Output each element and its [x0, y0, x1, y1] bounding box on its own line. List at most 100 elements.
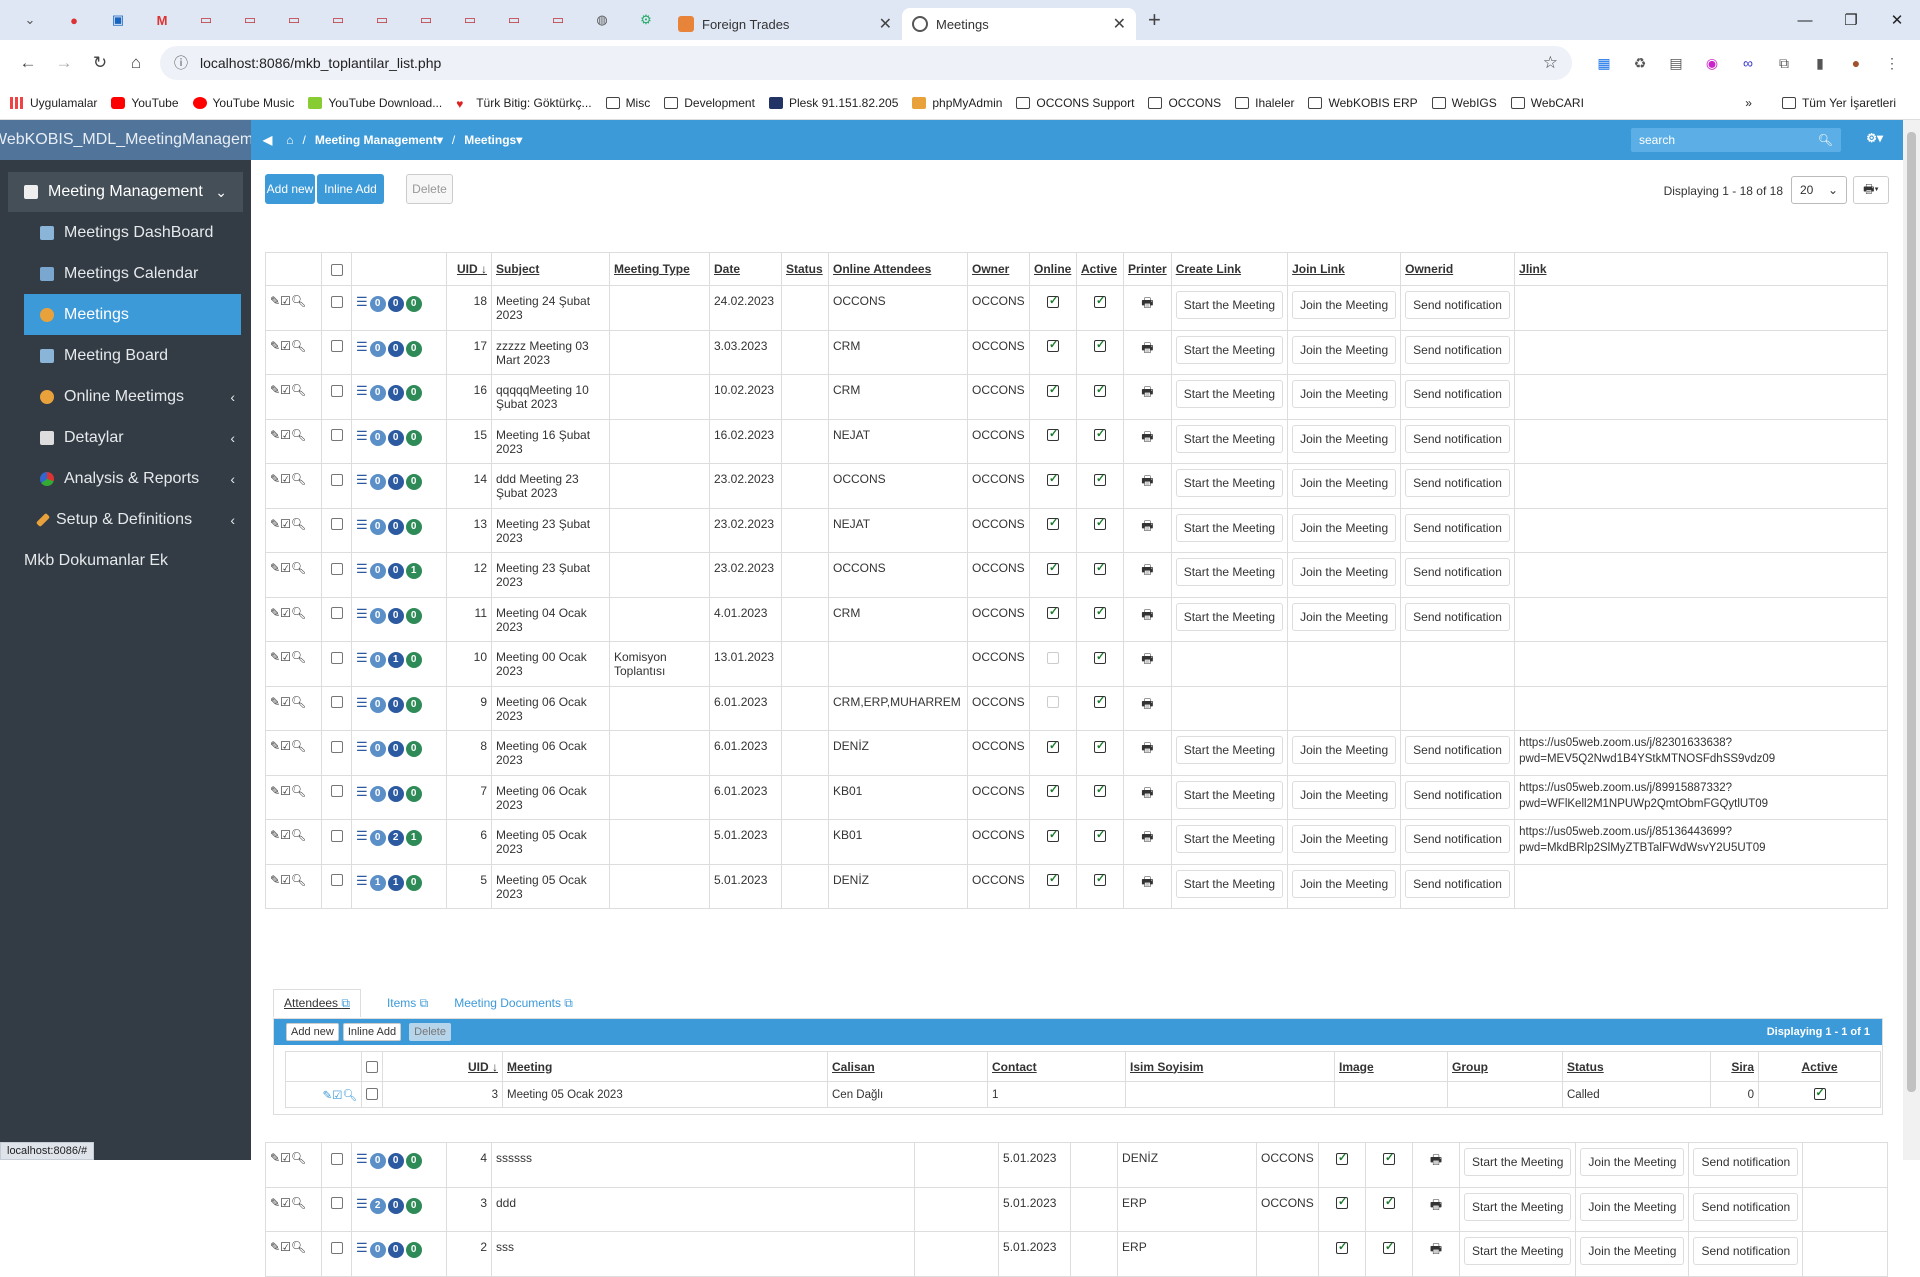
view-icon[interactable]: 🔍︎ — [291, 383, 306, 397]
join-meeting-button[interactable]: Join the Meeting — [1580, 1237, 1685, 1265]
edit-icon[interactable]: ✎ — [270, 428, 280, 442]
scrollbar-thumb[interactable] — [1907, 132, 1916, 1092]
checkbox[interactable] — [1094, 561, 1106, 575]
join-meeting-button[interactable]: Join the Meeting — [1292, 825, 1397, 853]
checkbox[interactable] — [1047, 605, 1059, 620]
home-icon[interactable]: ⌂ — [286, 133, 293, 147]
sidebar-item-calendar[interactable]: Meetings Calendar — [0, 253, 251, 294]
list-icon[interactable]: ☰ — [356, 1196, 368, 1211]
bookmark-phpmyadmin[interactable]: phpMyAdmin — [912, 96, 1002, 110]
checkbox[interactable] — [1383, 1240, 1396, 1254]
checkbox[interactable] — [1047, 472, 1059, 486]
checkbox[interactable] — [1094, 605, 1106, 620]
send-notification-button[interactable]: Send notification — [1405, 291, 1510, 319]
close-icon[interactable]: ✕ — [1113, 14, 1126, 34]
tab-items[interactable]: Items ⧉ — [387, 996, 428, 1011]
close-window-icon[interactable]: ✕ — [1874, 0, 1920, 40]
col-contact[interactable]: Contact — [987, 1051, 1126, 1082]
outlook-tab-icon[interactable]: ▣ — [96, 0, 140, 40]
edit-icon[interactable]: ✎ — [270, 472, 280, 486]
pinned-tab-icon[interactable]: ▭ — [448, 0, 492, 40]
send-notification-button[interactable]: Send notification — [1405, 825, 1510, 853]
col-printer[interactable]: Printer — [1123, 252, 1172, 286]
bookmark-all[interactable]: Tüm Yer İşaretleri — [1781, 96, 1896, 110]
table-row[interactable]: ✎☑🔍︎ ☰ 0 0 1 12 Meeting 23 Şubat 2023 23.02… — [265, 552, 1888, 598]
view-icon[interactable]: 🔍︎ — [291, 650, 306, 664]
minimize-icon[interactable]: — — [1782, 0, 1828, 40]
checkbox[interactable] — [1094, 338, 1106, 353]
edit-icon[interactable]: ✎ — [270, 828, 280, 842]
table-row[interactable]: ✎☑🔍︎ ☰ 1 1 0 5 Meeting 05 Ocak 2023 5.01.20… — [265, 863, 1888, 909]
view-icon[interactable]: 🔍︎ — [291, 517, 306, 531]
col-isim-soyisim[interactable]: Isim Soyisim — [1125, 1051, 1335, 1082]
print-dropdown[interactable]: 🖶▾ — [1853, 176, 1889, 204]
edit-icon[interactable]: ✎ — [270, 1240, 280, 1254]
checkbox[interactable] — [1094, 383, 1106, 397]
sidebar-item-setup-definitions[interactable]: Setup & Definitions ‹ — [0, 499, 251, 540]
inline-edit-icon[interactable]: ☑ — [280, 873, 291, 887]
printer-icon[interactable]: 🖶 — [1141, 874, 1153, 889]
checkbox[interactable] — [1047, 739, 1059, 753]
page-scrollbar[interactable] — [1903, 120, 1920, 1160]
printer-icon[interactable]: 🖶 — [1141, 651, 1153, 666]
list-icon[interactable]: ☰ — [356, 517, 368, 532]
add-new-button[interactable]: Add new — [265, 174, 315, 204]
table-row[interactable]: ✎☑🔍︎ ☰ 0 0 0 7 Meeting 06 Ocak 2023 6.01.20… — [265, 774, 1888, 820]
delete-button[interactable]: Delete — [406, 174, 453, 204]
edit-icon[interactable]: ✎ — [270, 517, 280, 531]
table-row[interactable]: ✎☑🔍︎ ☰000 2 sss 5.01.2023 ERP 🖶 Start th… — [265, 1231, 1888, 1277]
inline-edit-icon[interactable]: ☑ — [280, 383, 291, 397]
col-meeting[interactable]: Meeting — [502, 1051, 828, 1082]
col-uid[interactable]: UID ↓ — [382, 1051, 503, 1082]
checkbox[interactable] — [1047, 696, 1059, 709]
send-notification-button[interactable]: Send notification — [1405, 335, 1510, 364]
send-notification-button[interactable]: Send notification — [1405, 380, 1510, 408]
checkbox[interactable] — [330, 740, 343, 753]
table-row[interactable]: ✎☑🔍︎ ☰ 0 0 0 17 zzzzz Meeting 03 Mart 2023 … — [265, 329, 1888, 375]
color-picker-icon[interactable]: ◉ — [1694, 55, 1730, 72]
list-icon[interactable]: ☰ — [356, 294, 368, 309]
translate-icon[interactable]: ▦ — [1586, 55, 1622, 72]
checkbox[interactable] — [1047, 783, 1059, 798]
join-meeting-button[interactable]: Join the Meeting — [1292, 602, 1397, 631]
view-icon[interactable]: 🔍︎ — [291, 695, 306, 709]
join-meeting-button[interactable]: Join the Meeting — [1292, 869, 1397, 898]
checkbox[interactable] — [1047, 651, 1059, 664]
app-brand[interactable]: WebKOBIS_MDL_MeetingManagement — [0, 120, 251, 160]
edit-icon[interactable]: ✎ — [270, 294, 280, 308]
col-create-link[interactable]: Create Link — [1170, 252, 1289, 286]
start-meeting-button[interactable]: Start the Meeting — [1175, 469, 1284, 497]
checkbox[interactable] — [1383, 1151, 1396, 1165]
printer-icon[interactable]: 🖶 — [1141, 384, 1153, 399]
join-meeting-button[interactable]: Join the Meeting — [1580, 1192, 1685, 1221]
start-meeting-button[interactable]: Start the Meeting — [1175, 825, 1284, 853]
checkbox[interactable] — [330, 696, 343, 709]
inline-edit-icon[interactable]: ☑ — [280, 650, 291, 664]
puzzle-icon[interactable]: ⧉ — [1766, 55, 1802, 72]
list-icon[interactable]: ☰ — [356, 428, 368, 443]
edit-icon[interactable]: ✎ — [270, 739, 280, 753]
bookmark-occons-support[interactable]: OCCONS Support — [1016, 96, 1134, 110]
table-row[interactable]: ✎☑🔍︎ ☰ 0 0 0 14 ddd Meeting 23 Şubat 2023 2… — [265, 463, 1888, 509]
checkbox[interactable] — [1336, 1151, 1349, 1165]
send-notification-button[interactable]: Send notification — [1405, 424, 1510, 453]
edit-icon[interactable]: ✎ — [270, 1151, 280, 1165]
start-meeting-button[interactable]: Start the Meeting — [1464, 1192, 1572, 1221]
table-row[interactable]: ✎☑🔍︎ ☰ 0 2 1 6 Meeting 05 Ocak 2023 5.01.20… — [265, 819, 1888, 865]
checkbox[interactable] — [1047, 294, 1059, 308]
bookmark-youtube[interactable]: YouTube — [111, 96, 179, 110]
printer-icon[interactable]: 🖶 — [1141, 295, 1153, 310]
start-meeting-button[interactable]: Start the Meeting — [1175, 869, 1284, 898]
view-icon[interactable]: 🔍︎ — [291, 1196, 306, 1210]
table-row[interactable]: ✎☑🔍︎ ☰ 0 0 0 8 Meeting 06 Ocak 2023 6.01.20… — [265, 730, 1888, 776]
checkbox[interactable] — [1094, 472, 1106, 486]
checkbox[interactable] — [330, 429, 343, 442]
sidebar-item-detaylar[interactable]: Detaylar ‹ — [0, 417, 251, 458]
edit-icon[interactable]: ✎ — [270, 561, 280, 575]
table-row[interactable]: ✎☑🔍︎ ☰ 0 0 0 18 Meeting 24 Şubat 2023 24.02… — [265, 285, 1888, 331]
start-meeting-button[interactable]: Start the Meeting — [1175, 513, 1284, 542]
inline-edit-icon[interactable]: ☑ — [280, 428, 291, 442]
list-icon[interactable]: ☰ — [356, 561, 368, 576]
view-icon[interactable]: 🔍︎ — [291, 294, 306, 308]
send-notification-button[interactable]: Send notification — [1405, 469, 1510, 497]
